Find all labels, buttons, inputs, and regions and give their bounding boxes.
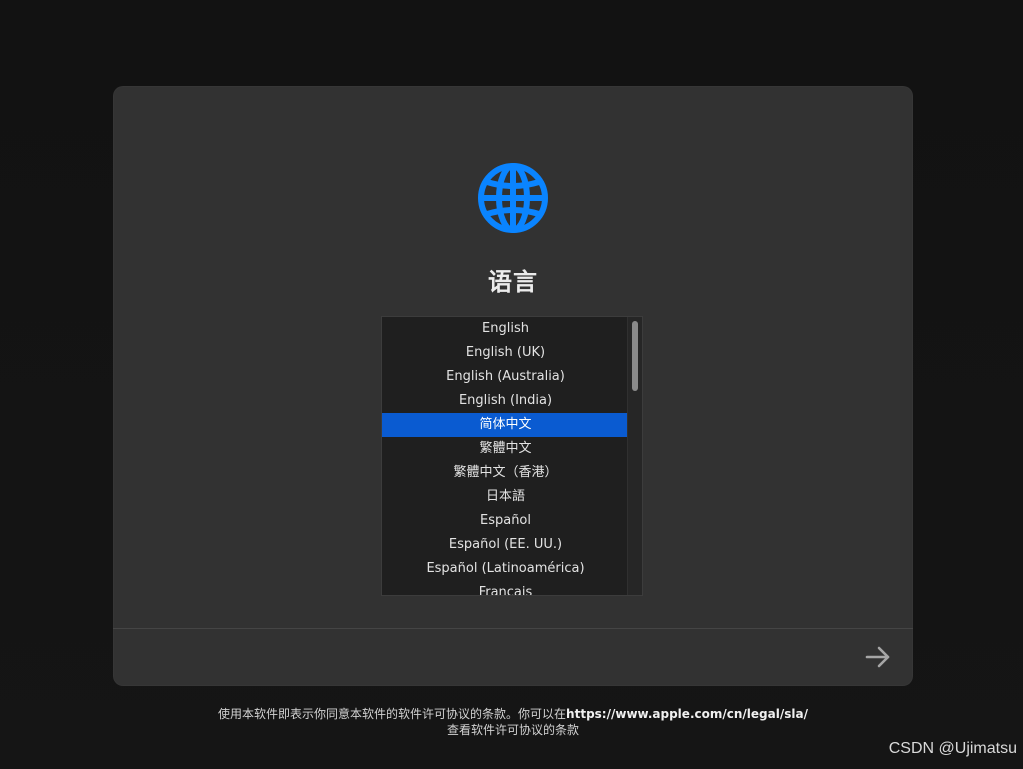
arrow-right-icon [865, 646, 890, 668]
license-link[interactable]: https://www.apple.com/cn/legal/sla/ [566, 707, 808, 721]
scrollbar-thumb[interactable] [632, 321, 638, 391]
language-list-items[interactable]: English English (UK) English (Australia) En… [382, 317, 629, 595]
setup-screen: 语言 English English (UK) English (Australia… [0, 0, 1023, 769]
language-list-item[interactable]: 简体中文 [382, 413, 629, 437]
language-list-item[interactable]: Français [382, 581, 629, 595]
language-list-item[interactable]: English (Australia) [382, 365, 629, 389]
language-panel: 语言 English English (UK) English (Australia… [113, 86, 913, 686]
panel-divider [113, 628, 913, 629]
license-text-line2: 查看软件许可协议的条款 [446, 723, 579, 737]
language-list-item[interactable]: Español (EE. UU.) [382, 533, 629, 557]
language-list-item[interactable]: English [382, 317, 629, 341]
license-text: 使用本软件即表示你同意本软件的软件许可协议的条款。你可以在 [218, 707, 567, 721]
language-list-item[interactable]: Español [382, 509, 629, 533]
page-title: 语言 [488, 268, 538, 296]
watermark: CSDN @Ujimatsu [888, 740, 1017, 757]
next-button[interactable] [862, 642, 894, 672]
globe-icon [477, 162, 549, 234]
language-list-item[interactable]: English (UK) [382, 341, 629, 365]
scrollbar-track[interactable] [627, 317, 642, 595]
language-list-item[interactable]: 日本語 [382, 485, 629, 509]
language-list-item[interactable]: 繁體中文（香港） [382, 461, 629, 485]
language-list-item[interactable]: English (India) [382, 389, 629, 413]
language-list-item[interactable]: 繁體中文 [382, 437, 629, 461]
language-list[interactable]: English English (UK) English (Australia) En… [381, 316, 643, 596]
language-list-item[interactable]: Español (Latinoamérica) [382, 557, 629, 581]
license-footer: 使用本软件即表示你同意本软件的软件许可协议的条款。你可以在https://www… [113, 706, 913, 738]
